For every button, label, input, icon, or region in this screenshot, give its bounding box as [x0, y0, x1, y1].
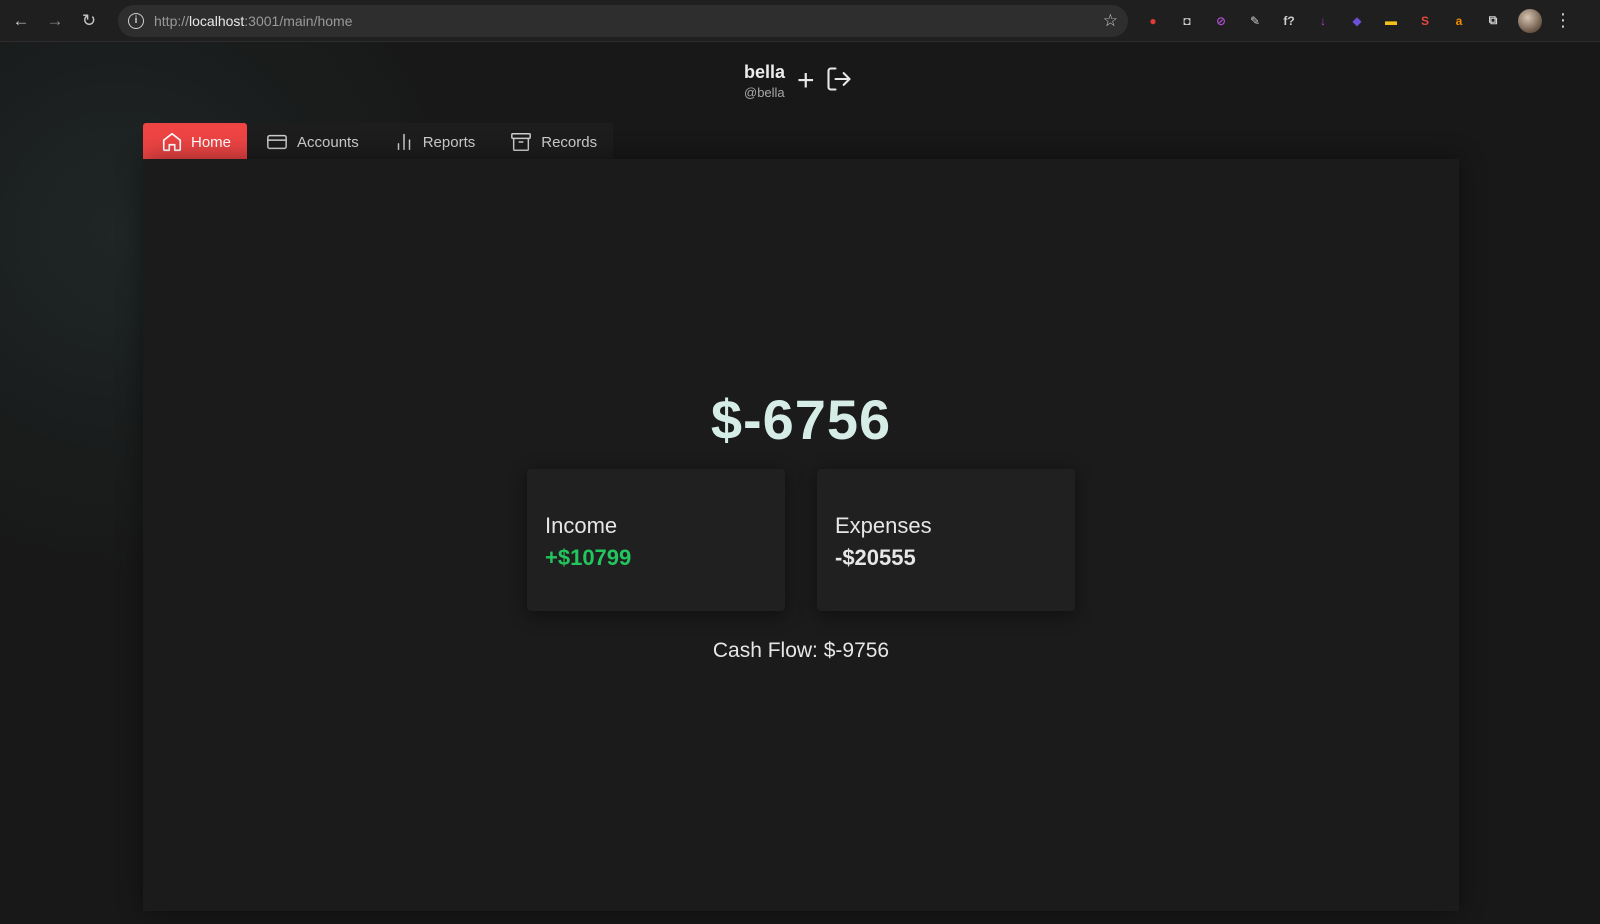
- add-icon[interactable]: +: [797, 66, 815, 96]
- tab-home-label: Home: [191, 133, 232, 151]
- note-icon[interactable]: ▬: [1380, 10, 1402, 32]
- font-icon[interactable]: f?: [1278, 10, 1300, 32]
- card-icon: [267, 134, 287, 150]
- browser-toolbar: ← → ↻ i http://localhost:3001/main/home …: [0, 0, 1600, 42]
- logout-icon[interactable]: [825, 65, 853, 98]
- address-bar[interactable]: i http://localhost:3001/main/home ☆: [118, 4, 1128, 37]
- reload-icon[interactable]: ↻: [72, 4, 106, 38]
- user-name: bella: [744, 62, 786, 82]
- tab-accounts-label: Accounts: [297, 133, 359, 151]
- bar-chart-icon: [397, 133, 410, 151]
- site-info-icon[interactable]: i: [128, 12, 144, 29]
- income-value: +$10799: [545, 545, 632, 570]
- back-arrow-icon[interactable]: ←: [4, 4, 38, 38]
- profile-avatar[interactable]: [1518, 8, 1542, 33]
- amazon-icon[interactable]: a: [1448, 10, 1470, 32]
- total-balance: $-6756: [710, 388, 892, 451]
- user-header: bella @bella +: [744, 62, 853, 100]
- camera-icon[interactable]: ◘: [1176, 10, 1198, 32]
- shapes-icon[interactable]: ◆: [1346, 10, 1368, 32]
- purple-compass-icon[interactable]: ⊘: [1210, 10, 1232, 32]
- tab-accounts[interactable]: Accounts: [247, 123, 375, 161]
- download-icon[interactable]: ↓: [1312, 10, 1334, 32]
- extensions-bar: ● ◘ ⊘ ✎ f? ↓ ◆ ▬ Sa ⧉: [1142, 10, 1504, 32]
- user-info: bella @bella: [744, 62, 785, 100]
- cash-flow: Cash Flow: $-9756: [712, 639, 890, 662]
- forward-arrow-icon[interactable]: →: [38, 4, 72, 38]
- tab-home[interactable]: Home: [143, 123, 248, 161]
- url-path: :3001/main/home: [244, 12, 353, 29]
- income-card: Income +$10799: [527, 469, 785, 611]
- expenses-card: Expenses -$20555: [817, 469, 1075, 611]
- tab-records-label: Records: [541, 133, 598, 151]
- red-shield-icon[interactable]: ●: [1142, 10, 1164, 32]
- income-label: Income: [545, 513, 618, 538]
- url-protocol: http://: [154, 12, 190, 29]
- pen-icon[interactable]: ✎: [1244, 10, 1266, 32]
- s-icon[interactable]: S: [1414, 10, 1436, 32]
- url-host: localhost: [189, 12, 245, 29]
- tab-reports-label: Reports: [422, 133, 476, 151]
- app-root: bella @bella + Home Accounts Reports Rec…: [0, 42, 1600, 924]
- browser-menu-icon[interactable]: ⋮: [1554, 10, 1572, 31]
- main-tabs: Home Accounts Reports Records: [143, 123, 614, 161]
- archive-icon: [511, 133, 532, 151]
- home-icon: [162, 132, 182, 152]
- tab-reports[interactable]: Reports: [375, 123, 492, 161]
- user-handle: @bella: [744, 85, 785, 100]
- tab-records[interactable]: Records: [491, 123, 613, 161]
- puzzle-icon[interactable]: ⧉: [1482, 10, 1504, 32]
- bookmark-star-icon[interactable]: ☆: [1103, 11, 1118, 31]
- home-panel: $-6756 Income +$10799 Expenses -$20555 C…: [143, 159, 1459, 911]
- expenses-label: Expenses: [835, 513, 932, 538]
- expenses-value: -$20555: [835, 545, 916, 570]
